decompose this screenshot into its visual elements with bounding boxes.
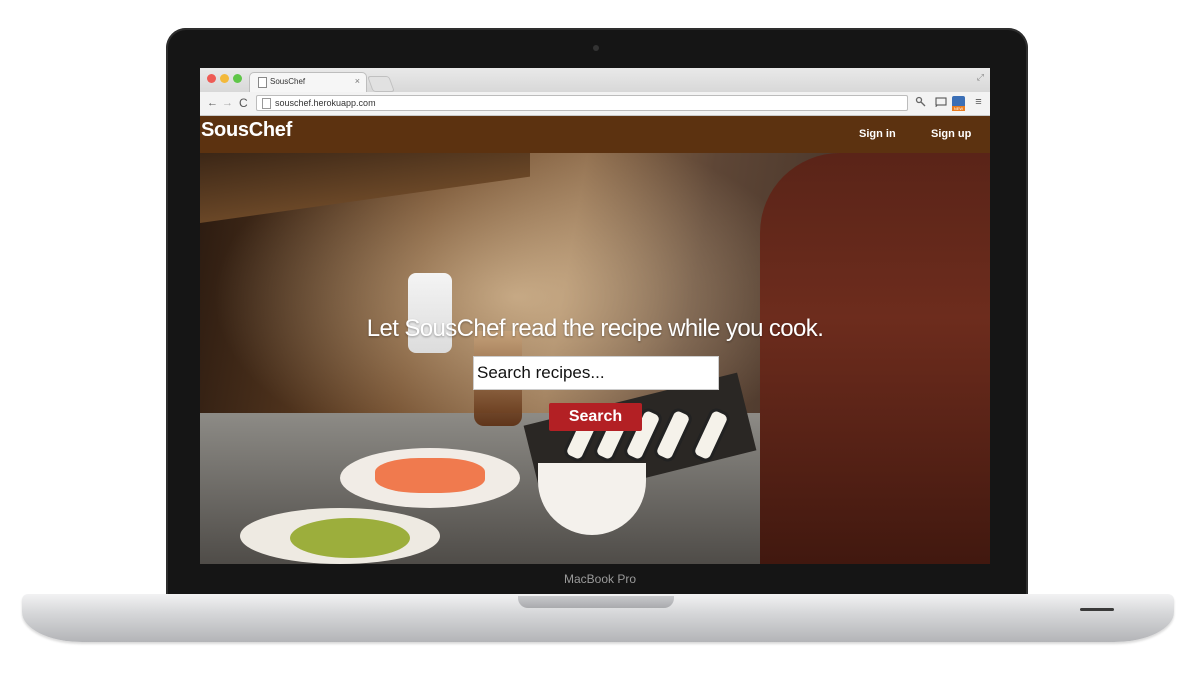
close-icon[interactable]: × [355, 76, 360, 86]
address-url[interactable]: souschef.herokuapp.com [275, 98, 376, 108]
new-tab-button[interactable] [367, 76, 395, 92]
back-icon[interactable]: ← [207, 96, 218, 110]
tab-title: SousChef [270, 77, 306, 86]
browser-toolbar: ← → C souschef.herokuapp.com NEW ≡ [200, 92, 990, 116]
close-window-button[interactable] [207, 74, 216, 83]
site-logo[interactable]: SousChef [201, 119, 292, 142]
menu-icon[interactable]: ≡ [972, 96, 985, 109]
hero-avocado [290, 518, 410, 558]
hero-section: Let SousChef read the recipe while you c… [200, 153, 990, 564]
laptop-notch [518, 596, 674, 608]
laptop-sleep-indicator [1080, 608, 1114, 611]
webcam [593, 45, 599, 51]
tab-souschef[interactable]: SousChef × [249, 72, 367, 92]
new-extension-icon[interactable]: NEW [952, 96, 965, 111]
sign-in-link[interactable]: Sign in [859, 128, 896, 140]
hero-tagline: Let SousChef read the recipe while you c… [366, 315, 824, 342]
address-bar[interactable]: souschef.herokuapp.com [256, 95, 908, 111]
minimize-window-button[interactable] [220, 74, 229, 83]
hero-salmon [375, 458, 485, 493]
page-icon [262, 98, 271, 109]
new-badge: NEW [952, 106, 965, 111]
cast-icon[interactable] [934, 96, 947, 109]
maximize-window-button[interactable] [233, 74, 242, 83]
forward-icon[interactable]: → [222, 96, 233, 110]
search-button[interactable]: Search [549, 403, 642, 431]
browser-tab-bar: SousChef × ⤢ [200, 68, 990, 92]
hero-shelf [200, 153, 530, 223]
hero-chef [760, 153, 990, 564]
screen: SousChef × ⤢ ← → C souschef.herokuapp.co… [200, 68, 990, 564]
search-input[interactable] [473, 356, 719, 390]
reload-icon[interactable]: C [239, 96, 248, 110]
sign-up-link[interactable]: Sign up [931, 128, 971, 140]
key-icon[interactable] [914, 96, 927, 109]
fullscreen-icon[interactable]: ⤢ [977, 72, 984, 83]
page-icon [258, 77, 267, 88]
laptop-model-label: MacBook Pro [563, 572, 637, 586]
site-header: SousChef Sign in Sign up [200, 116, 990, 153]
